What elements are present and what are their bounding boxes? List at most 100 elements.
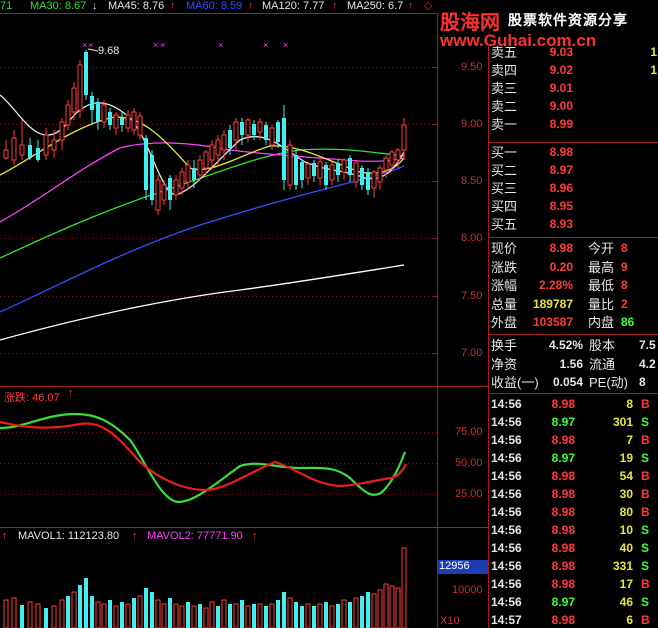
tick-time: 14:56 — [491, 595, 522, 609]
volume-bar — [300, 606, 304, 628]
ma60-label: MA60: 8.59 — [186, 0, 243, 12]
bid-price: 8.95 — [549, 199, 573, 213]
tick-side: S — [641, 541, 650, 555]
volume-bar — [168, 598, 172, 628]
ask-row[interactable]: 卖三 9.01 — [489, 80, 658, 97]
tick-volume: 10 — [619, 523, 633, 537]
candle-body — [300, 162, 304, 180]
volume-bar — [276, 600, 280, 628]
bid-row[interactable]: 买五 8.93 — [489, 216, 658, 233]
tick-list[interactable]: 14:56 8.98 8 B 14:56 8.97 301 S 14:56 8.98 7 B 14:56… — [489, 396, 658, 628]
y-axis-label: 7.00 — [461, 347, 483, 359]
indicator-title: 涨跌: 46.07 — [4, 392, 60, 404]
svg-text:×: × — [218, 40, 223, 50]
ask-row[interactable]: 卖二 9.00 — [489, 98, 658, 115]
stat-value: 8 — [621, 241, 628, 255]
candle-body — [125, 114, 131, 129]
volume-bar — [120, 602, 124, 628]
fundamental-value: 4.2 — [639, 356, 656, 371]
ask-label: 卖四 — [491, 63, 518, 78]
tick-side: B — [641, 433, 650, 447]
tick-row[interactable]: 14:56 8.97 19 S — [489, 450, 658, 467]
volume-bar — [245, 605, 251, 628]
tick-row[interactable]: 14:56 8.98 40 S — [489, 540, 658, 557]
candle-body — [276, 122, 280, 142]
volume-bar — [252, 604, 256, 628]
tick-time: 14:56 — [491, 577, 522, 591]
candle-body — [341, 159, 347, 173]
tick-row[interactable]: 14:56 8.98 331 S — [489, 558, 658, 575]
tick-row[interactable]: 14:56 8.98 17 B — [489, 576, 658, 593]
ask-row[interactable]: 卖一 8.99 — [489, 116, 658, 133]
volume-bar — [282, 592, 286, 628]
indicator-bar: 71 MA30: 8.67 ↓ MA45: 8.76 ↑ MA60: 8.59 … — [0, 0, 437, 13]
candle-body — [71, 87, 77, 113]
volume-bar — [324, 602, 328, 628]
candlestick-series — [3, 50, 407, 215]
candle-body — [197, 159, 203, 176]
tick-row[interactable]: 14:56 8.98 7 B — [489, 432, 658, 449]
volume-bar — [216, 606, 220, 628]
bid-row[interactable]: 买四 8.95 — [489, 198, 658, 215]
ask-price: 9.02 — [549, 63, 573, 77]
ma20-line — [0, 142, 405, 223]
candle-body — [287, 144, 293, 186]
volume-bar — [377, 589, 383, 628]
candle-body — [137, 115, 143, 136]
tick-row[interactable]: 14:56 8.97 46 S — [489, 594, 658, 611]
ask-row[interactable]: 卖四 9.02 1 — [489, 62, 658, 79]
fundamental-label: PE(动) — [589, 375, 629, 390]
volume-bar — [203, 607, 209, 628]
volume-bar — [113, 605, 119, 628]
bid-label: 买四 — [491, 199, 518, 214]
candle-body — [3, 149, 9, 159]
candle-body — [96, 102, 100, 122]
bid-row[interactable]: 买二 8.97 — [489, 162, 658, 179]
tick-side: B — [641, 577, 650, 591]
ask-price: 8.99 — [549, 117, 573, 131]
candle-body — [377, 167, 383, 183]
candle-body — [185, 164, 191, 183]
volume-bar — [186, 602, 190, 628]
tick-row[interactable]: 14:56 8.98 8 B — [489, 396, 658, 413]
tick-side: S — [641, 595, 650, 609]
volume-bar — [383, 583, 389, 628]
stat-row: 总量 189787 量比 2 — [489, 296, 658, 313]
volume-bar — [341, 599, 347, 628]
y-axis-label: 8.00 — [461, 232, 483, 244]
candle-body — [120, 118, 124, 125]
candle-body — [240, 122, 244, 135]
tick-side: S — [641, 451, 650, 465]
tick-side: B — [641, 469, 650, 483]
volume-bar — [269, 603, 275, 628]
ma45-arrow: ↑ — [170, 0, 176, 12]
fundamental-value: 0.054 — [552, 375, 583, 389]
ask-label: 卖三 — [491, 81, 518, 96]
fundamental-label: 换手 — [491, 338, 518, 353]
volume-bar — [228, 604, 232, 628]
tick-row[interactable]: 14:56 8.98 54 B — [489, 468, 658, 485]
tick-row[interactable]: 14:56 8.98 30 B — [489, 486, 658, 503]
bid-row[interactable]: 买三 8.96 — [489, 180, 658, 197]
ask-row[interactable]: 卖五 9.03 1 — [489, 44, 658, 61]
candle-body — [360, 168, 364, 185]
tick-row[interactable]: 14:56 8.97 301 S — [489, 414, 658, 431]
tick-side: B — [641, 613, 650, 627]
tick-volume: 46 — [619, 595, 633, 609]
volume-bar — [101, 603, 107, 628]
tick-row[interactable]: 14:56 8.98 10 S — [489, 522, 658, 539]
tick-side: S — [641, 415, 650, 429]
tick-row[interactable]: 14:56 8.98 80 B — [489, 504, 658, 521]
mavol1-arrow: ↑ — [132, 530, 138, 542]
candle-body — [282, 118, 286, 180]
volume-lead-arrow: ↑ — [2, 530, 8, 542]
bid-row[interactable]: 买一 8.98 — [489, 144, 658, 161]
volume-bar — [150, 592, 154, 628]
volume-bar — [108, 600, 112, 628]
stat-row: 外盘 103587 内盘 86 — [489, 314, 658, 331]
candle-body — [113, 114, 119, 129]
volume-bar — [78, 585, 82, 628]
tick-row[interactable]: 14:57 8.98 6 B — [489, 612, 658, 628]
tick-side: S — [641, 559, 650, 573]
volume-bar — [27, 601, 33, 628]
